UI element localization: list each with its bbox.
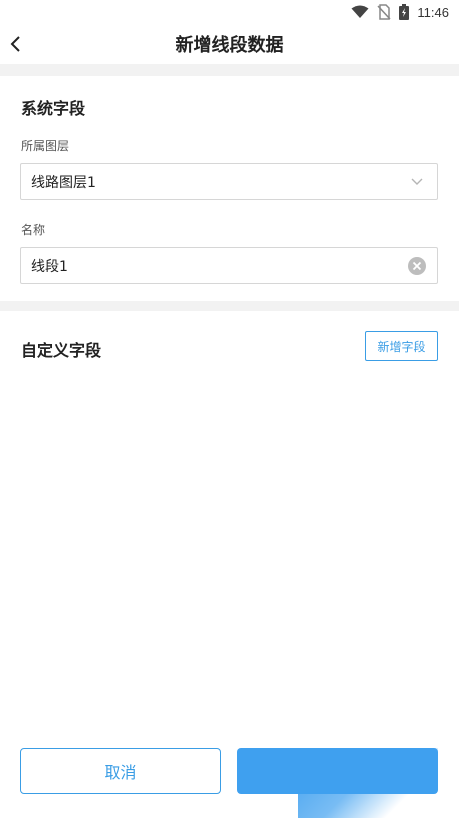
- name-label: 名称: [21, 223, 46, 237]
- status-bar: 11:46: [0, 0, 459, 24]
- section-divider: [0, 301, 459, 311]
- app-header: 新增线段数据: [0, 24, 459, 64]
- confirm-button-overlay: [298, 748, 438, 818]
- chevron-left-icon: [10, 36, 20, 52]
- layer-label: 所属图层: [21, 139, 70, 153]
- add-field-button[interactable]: 新增字段: [365, 331, 438, 361]
- cancel-button[interactable]: 取消: [20, 748, 221, 794]
- section-divider: [0, 64, 459, 76]
- custom-fields-title: 自定义字段: [21, 341, 102, 360]
- page-title: 新增线段数据: [175, 35, 284, 56]
- clear-icon[interactable]: [407, 256, 427, 276]
- system-fields-title: 系统字段: [21, 99, 86, 118]
- back-button[interactable]: [4, 28, 28, 60]
- layer-select[interactable]: 线路图层1: [20, 163, 438, 200]
- status-time: 11:46: [417, 4, 449, 20]
- battery-charging-icon: [399, 4, 410, 20]
- wifi-icon: [351, 5, 369, 19]
- name-field[interactable]: 线段1: [20, 247, 438, 284]
- name-field-value: 线段1: [31, 258, 68, 275]
- confirm-button[interactable]: [237, 748, 438, 818]
- chevron-down-icon: [407, 172, 427, 192]
- layer-select-value: 线路图层1: [31, 174, 96, 191]
- no-sim-icon: [377, 4, 391, 20]
